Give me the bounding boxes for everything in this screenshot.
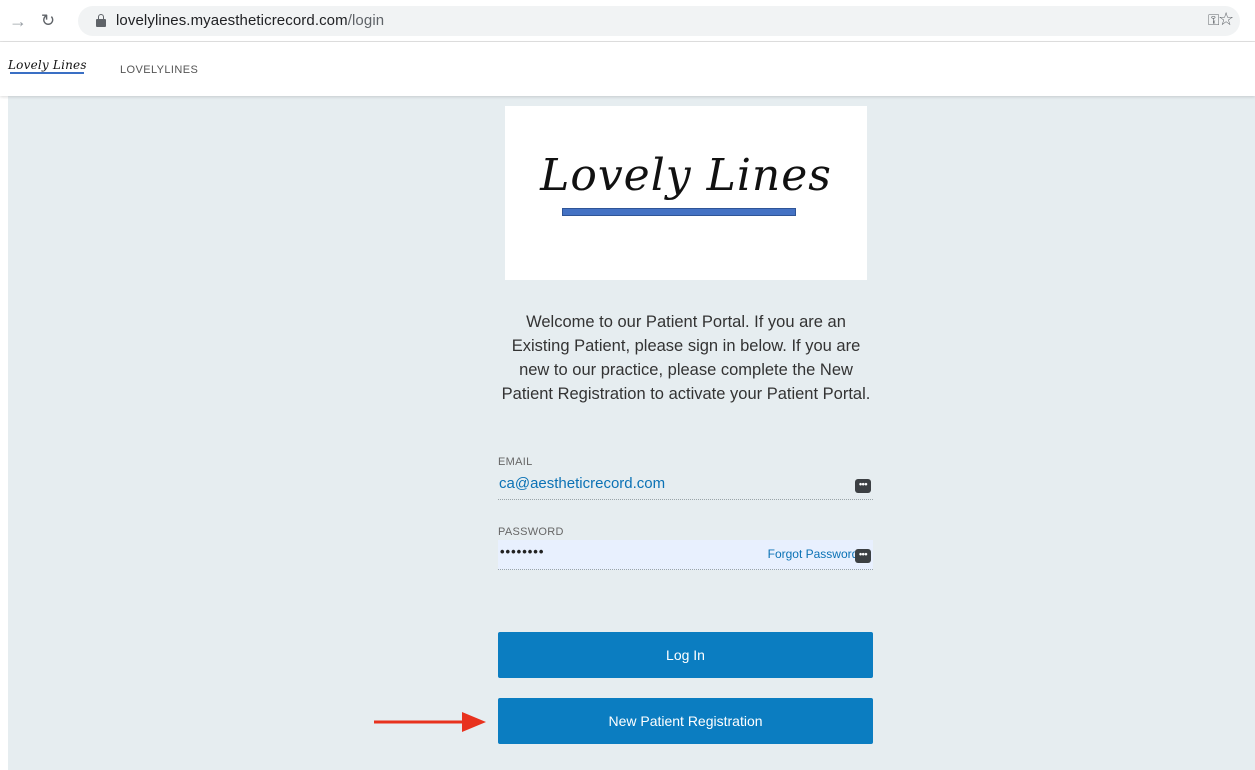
welcome-message: Welcome to our Patient Portal. If you ar…	[501, 313, 871, 403]
star-icon[interactable]: ☆	[1218, 9, 1234, 30]
autofill-key-icon[interactable]: •••	[855, 479, 871, 493]
annotation-arrow-icon	[374, 712, 486, 732]
url-text[interactable]: lovelylines.myaestheticrecord.com/login	[116, 12, 384, 29]
header-brand-link[interactable]: LOVELYLINES	[120, 64, 198, 76]
header-logo-text: Lovely Lines	[8, 58, 87, 72]
clinic-logo-text: Lovely Lines	[540, 150, 832, 201]
password-field[interactable]: •••••••• Forgot Password? •••	[498, 540, 873, 570]
browser-toolbar: → ↻ lovelylines.myaestheticrecord.com/lo…	[0, 0, 1255, 42]
login-page: Lovely Lines Welcome to our Patient Port…	[8, 96, 1255, 770]
reload-icon[interactable]: ↻	[38, 11, 58, 31]
app-header: Lovely Lines LOVELYLINES	[0, 42, 1255, 96]
header-logo[interactable]: Lovely Lines	[8, 56, 90, 80]
login-button[interactable]: Log In	[498, 632, 873, 678]
password-value: ••••••••	[500, 544, 545, 559]
email-label: EMAIL	[498, 456, 533, 468]
url-path: /login	[347, 12, 385, 29]
clinic-logo: Lovely Lines	[505, 106, 867, 280]
login-form: EMAIL ca@aestheticrecord.com ••• PASSWOR…	[498, 456, 873, 570]
url-host: lovelylines.myaestheticrecord.com	[116, 12, 348, 29]
clinic-logo-underline	[562, 208, 796, 216]
header-logo-underline	[10, 72, 84, 74]
forgot-password-link[interactable]: Forgot Password?	[768, 547, 865, 561]
address-bar[interactable]: lovelylines.myaestheticrecord.com/login …	[78, 6, 1240, 36]
email-field[interactable]: ca@aestheticrecord.com •••	[498, 470, 873, 500]
new-patient-registration-button[interactable]: New Patient Registration	[498, 698, 873, 744]
password-label: PASSWORD	[498, 526, 564, 538]
email-value: ca@aestheticrecord.com	[499, 475, 666, 492]
autofill-key-icon[interactable]: •••	[855, 549, 871, 563]
forward-arrow-icon[interactable]: →	[8, 11, 28, 31]
lock-icon[interactable]	[96, 14, 106, 27]
